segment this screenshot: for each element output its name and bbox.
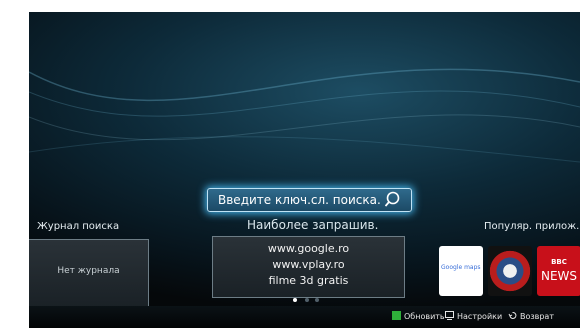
green-key-icon [392, 311, 401, 320]
tv-screen: Введите ключ.сл. поиска. Журнал поиска Н… [29, 12, 580, 328]
page-indicator [291, 298, 331, 304]
google-maps-logo: Google maps [441, 264, 481, 271]
popular-search-item[interactable]: www.vplay.ro [213, 257, 404, 273]
back-label: Возврат [520, 312, 554, 321]
page-dot [305, 298, 309, 302]
search-input[interactable]: Введите ключ.сл. поиска. [207, 188, 412, 212]
search-icon [385, 191, 400, 207]
page-dot [315, 298, 319, 302]
popular-search-item[interactable]: filme 3d gratis [213, 273, 404, 289]
search-history-title: Журнал поиска [37, 221, 120, 232]
news-logo: NEWS [540, 269, 578, 283]
settings-hint[interactable]: Настройки [445, 311, 502, 321]
popular-search-item[interactable]: www.google.ro [213, 241, 404, 257]
bottom-bar: Обновить Настройки Возврат [29, 306, 580, 328]
refresh-label: Обновить [404, 312, 445, 321]
search-history-panel[interactable]: Нет журнала [29, 239, 149, 308]
return-icon [508, 311, 517, 319]
bbc-news-app-tile[interactable]: BBC NEWS [537, 246, 580, 296]
darts-app-tile[interactable] [488, 246, 532, 296]
popular-apps-title: Популяр. прилож. [484, 221, 580, 232]
settings-label: Настройки [457, 312, 503, 321]
refresh-hint[interactable]: Обновить [392, 311, 445, 321]
bbc-logo: BBC [551, 258, 567, 266]
search-placeholder: Введите ключ.сл. поиска. [218, 193, 381, 207]
popular-searches-title: Наиболее запрашив. [247, 218, 379, 232]
history-empty-text: Нет журнала [57, 266, 120, 276]
page-dot-active [293, 298, 297, 302]
google-maps-app-tile[interactable]: Google maps [439, 246, 483, 296]
tools-icon [445, 311, 454, 320]
back-hint[interactable]: Возврат [508, 311, 554, 321]
popular-searches-panel: www.google.ro www.vplay.ro filme 3d grat… [212, 236, 405, 298]
